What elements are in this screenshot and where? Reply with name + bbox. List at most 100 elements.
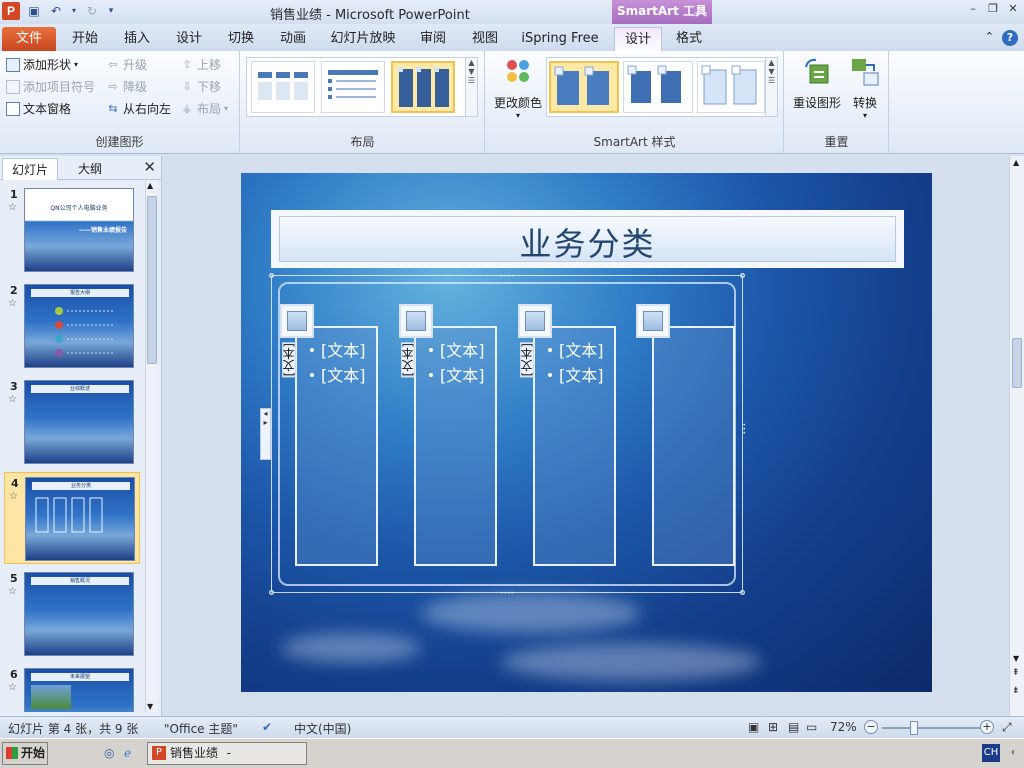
style-thumbnail[interactable]: [623, 61, 693, 113]
slide-thumbnail-selected[interactable]: 4 ☆ 业务分类: [4, 472, 140, 564]
reset-graphic-button[interactable]: 重设图形: [789, 57, 845, 111]
zoom-slider-track[interactable]: [882, 727, 982, 729]
scroll-down-icon[interactable]: ▼: [147, 702, 153, 711]
style-thumbnail[interactable]: [697, 61, 765, 113]
resize-handle[interactable]: [740, 590, 745, 595]
minimize-icon[interactable]: –: [966, 2, 980, 16]
view-slideshow-icon[interactable]: ▭: [806, 720, 817, 734]
tab-smartart-format[interactable]: 格式: [666, 27, 712, 51]
tab-transitions[interactable]: 切换: [218, 27, 264, 51]
tab-design[interactable]: 设计: [166, 27, 212, 51]
add-bullet-button[interactable]: 添加项目符号: [6, 78, 95, 95]
layout-button[interactable]: ⚶ 布局 ▾: [180, 100, 228, 117]
start-button[interactable]: 开始: [2, 742, 48, 765]
powerpoint-app-icon[interactable]: P: [2, 2, 20, 20]
tab-outline[interactable]: 大纲: [62, 158, 118, 180]
right-to-left-button[interactable]: ⇆ 从右向左: [106, 100, 171, 117]
help-icon[interactable]: ?: [1002, 30, 1018, 46]
smartart-bullet[interactable]: [文本]: [429, 338, 485, 363]
tab-ispring[interactable]: iSpring Free: [516, 27, 604, 51]
taskbar-powerpoint-button[interactable]: P 销售业绩 - Microsof...: [147, 742, 307, 768]
collapse-ribbon-icon[interactable]: ⌃: [985, 30, 994, 46]
undo-dropdown-icon[interactable]: ▾: [70, 3, 78, 19]
smartart-bullet[interactable]: [文本]: [429, 363, 485, 388]
smartart-vertical-text[interactable]: [文本]: [282, 342, 296, 378]
smartart-frame[interactable]: •••• •••• • • • [文本] [文本] [文本] [文本] [文本] […: [269, 273, 746, 597]
tab-review[interactable]: 审阅: [410, 27, 456, 51]
scroll-up-icon[interactable]: ▲: [147, 181, 153, 190]
zoom-level[interactable]: 72%: [830, 720, 857, 734]
view-reading-icon[interactable]: ▤: [788, 720, 799, 734]
tab-home[interactable]: 开始: [62, 27, 108, 51]
ime-indicator[interactable]: CH: [982, 744, 1000, 762]
smartart-bullet[interactable]: [文本]: [548, 363, 604, 388]
language-indicator[interactable]: 中文(中国): [294, 720, 351, 737]
slide-title[interactable]: 业务分类: [280, 219, 895, 265]
picture-placeholder-icon[interactable]: [280, 304, 314, 338]
smartart-vertical-text[interactable]: [文本]: [520, 342, 534, 378]
undo-icon[interactable]: ↶: [48, 3, 64, 19]
tab-slides[interactable]: 幻灯片: [2, 158, 58, 180]
slide-canvas[interactable]: 业务分类 •••• •••• • • • [文本] [文本] [文本] [文本] […: [241, 173, 932, 692]
picture-placeholder-icon[interactable]: [518, 304, 552, 338]
smartart-bullet[interactable]: [文本]: [548, 338, 604, 363]
styles-gallery-scroll[interactable]: ▲ ▼ ☰: [765, 58, 777, 116]
close-icon[interactable]: ✕: [1006, 2, 1020, 16]
move-up-button[interactable]: ⇧ 上移: [180, 56, 221, 73]
view-sorter-icon[interactable]: ⊞: [768, 720, 778, 734]
change-colors-button[interactable]: 更改颜色 ▾: [490, 57, 546, 120]
tab-animations[interactable]: 动画: [270, 27, 316, 51]
picture-placeholder-icon[interactable]: [399, 304, 433, 338]
scrollbar-thumb[interactable]: [147, 196, 157, 364]
slide-thumbnail[interactable]: 5 ☆ 销售概况: [4, 568, 140, 660]
resize-handle[interactable]: [269, 273, 274, 278]
tab-smartart-design[interactable]: 设计: [614, 27, 662, 51]
zoom-slider-knob[interactable]: [910, 721, 918, 735]
layout-thumbnail[interactable]: [251, 61, 315, 113]
tab-slideshow[interactable]: 幻灯片放映: [325, 27, 401, 51]
editor-scrollbar[interactable]: ▲ ▼ ⇞ ⇟: [1009, 156, 1024, 716]
resize-handle[interactable]: [740, 273, 745, 278]
layouts-gallery-scroll[interactable]: ▲ ▼ ☰: [465, 58, 477, 116]
resize-handle[interactable]: ••••: [500, 273, 514, 280]
tab-file[interactable]: 文件: [2, 27, 56, 51]
add-shape-button[interactable]: 添加形状 ▾: [6, 56, 78, 73]
customize-toolbar-icon[interactable]: ▾: [106, 3, 116, 19]
move-down-button[interactable]: ⇩ 下移: [180, 78, 221, 95]
scroll-up-icon[interactable]: ▲: [1013, 158, 1019, 167]
style-thumbnail-selected[interactable]: [549, 61, 619, 113]
scroll-down-icon[interactable]: ▼: [1013, 654, 1019, 663]
view-normal-icon[interactable]: ▣: [748, 720, 759, 734]
tab-view[interactable]: 视图: [462, 27, 508, 51]
next-slide-icon[interactable]: ⇟: [1012, 686, 1020, 696]
close-pane-icon[interactable]: ✕: [143, 158, 156, 176]
slide-thumbnail[interactable]: 3 ☆ 业绩概述: [4, 376, 140, 468]
slides-pane-scrollbar[interactable]: ▲ ▼: [145, 180, 157, 712]
spelling-check-icon[interactable]: ✔: [262, 720, 272, 734]
resize-handle[interactable]: [269, 590, 274, 595]
zoom-in-button[interactable]: +: [980, 720, 994, 734]
text-pane-button[interactable]: 文本窗格: [6, 100, 71, 117]
resize-handle[interactable]: ••••: [500, 590, 514, 597]
tab-insert[interactable]: 插入: [114, 27, 160, 51]
layout-thumbnail[interactable]: [321, 61, 385, 113]
tray-expand-icon[interactable]: ‹: [1004, 744, 1022, 762]
title-placeholder[interactable]: 业务分类: [271, 210, 904, 268]
picture-placeholder-icon[interactable]: [636, 304, 670, 338]
convert-button[interactable]: 转换 ▾: [845, 57, 885, 120]
smartart-vertical-text[interactable]: [文本]: [401, 342, 415, 378]
redo-icon[interactable]: ↻: [84, 3, 100, 19]
slide-thumbnail[interactable]: 6 ☆ 未来展望: [4, 664, 140, 712]
zoom-out-button[interactable]: −: [864, 720, 878, 734]
slide-thumbnail[interactable]: 2 ☆ 报告大纲: [4, 280, 140, 372]
promote-button[interactable]: ⇦ 升级: [106, 56, 147, 73]
smartart-column[interactable]: [652, 326, 735, 566]
resize-handle[interactable]: • • •: [742, 423, 746, 437]
smartart-bullet[interactable]: [文本]: [310, 338, 366, 363]
browser-quicklaunch-icon[interactable]: ℯ: [124, 746, 131, 760]
layout-thumbnail-selected[interactable]: [391, 61, 455, 113]
prev-slide-icon[interactable]: ⇞: [1012, 668, 1020, 678]
desktop-quicklaunch-icon[interactable]: ◎: [104, 746, 114, 760]
demote-button[interactable]: ⇨ 降级: [106, 78, 147, 95]
slide-thumbnail[interactable]: 1 ☆ QN公司个人电脑业务 ——销售业绩报告: [4, 184, 140, 276]
